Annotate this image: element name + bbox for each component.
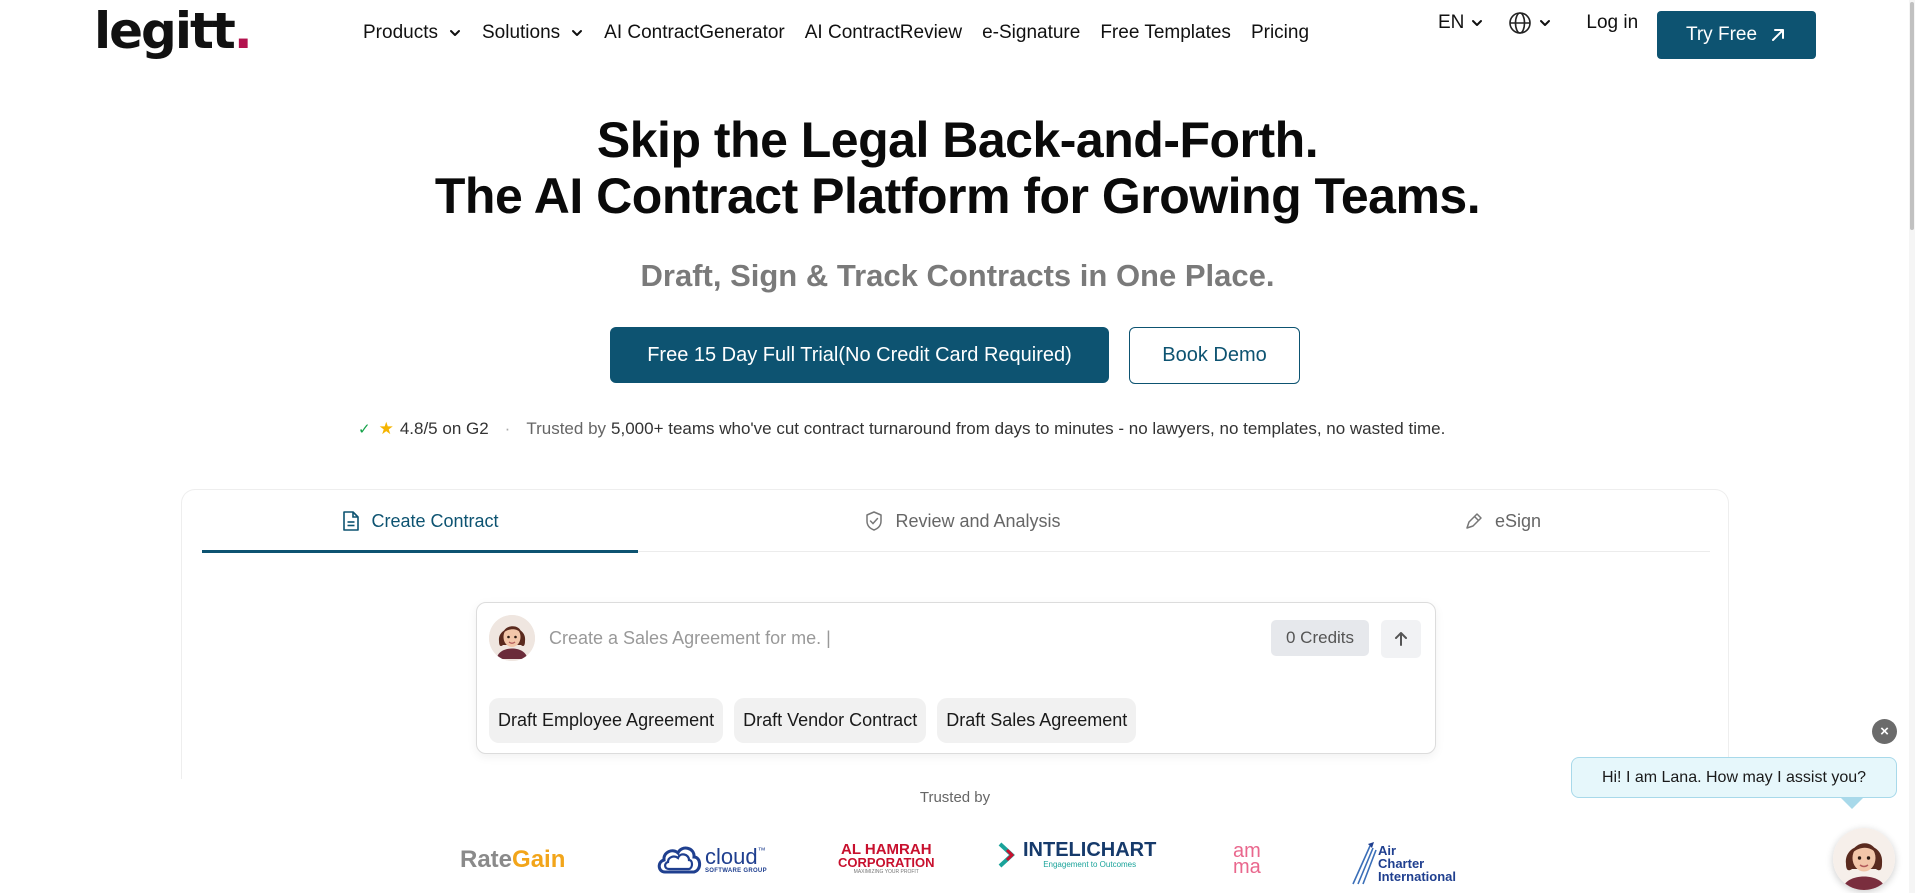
pen-icon: [1466, 513, 1482, 529]
send-button[interactable]: [1381, 620, 1421, 658]
nav-e-signature[interactable]: e-Signature: [982, 22, 1080, 44]
ai-prompt-box: 0 Credits Draft Employee Agreement Draft…: [476, 602, 1436, 754]
amma-text-2: ma: [1233, 856, 1261, 878]
tab-review-analysis-label: Review and Analysis: [895, 510, 1061, 531]
logo-dot: .: [233, 2, 253, 60]
chat-launcher-avatar[interactable]: [1833, 828, 1895, 890]
al-hamrah-text-3: MAXIMIZING YOUR PROFIT: [853, 869, 919, 875]
intelichart-text: INTELICHART: [1023, 839, 1157, 861]
star-icon: ★: [378, 419, 394, 438]
globe-icon: [1509, 12, 1532, 34]
logo-text: legitt: [94, 2, 236, 60]
nav-products[interactable]: Products: [363, 22, 462, 44]
chevron-down-icon: [572, 30, 583, 36]
suggestion-chips: Draft Employee Agreement Draft Vendor Co…: [489, 698, 1147, 743]
chat-greeting-bubble[interactable]: Hi! I am Lana. How may I assist you?: [1571, 757, 1897, 809]
amma-logo: am ma: [1233, 841, 1261, 878]
hero-title-line-2: The AI Contract Platform for Growing Tea…: [434, 168, 1481, 224]
header-actions: EN Log in: [1438, 11, 1638, 35]
rategain-logo: Rate Gain: [460, 846, 565, 874]
nav-ai-contract-review[interactable]: AI ContractReview: [805, 22, 962, 44]
nav-pricing[interactable]: Pricing: [1251, 22, 1309, 44]
cloud-text: cloud: [705, 844, 758, 869]
trusted-by-text: 5,000+ teams who've cut contract turnaro…: [611, 419, 1446, 438]
rategain-text-b: Gain: [512, 846, 566, 873]
nav-pricing-label: Pricing: [1250, 22, 1310, 43]
assistant-face-icon: [489, 615, 535, 661]
intelichart-chevron-icon: [998, 842, 1015, 867]
cloud-software-logo: cloud ™ SOFTWARE GROUP: [655, 840, 767, 880]
language-label: EN: [1438, 12, 1465, 33]
assistant-avatar: [489, 615, 535, 661]
language-selector[interactable]: EN: [1438, 12, 1484, 34]
chevron-down-icon: [1540, 20, 1551, 26]
assistant-face-icon: [1833, 828, 1895, 890]
nav-products-label: Products: [363, 22, 438, 43]
nav-ai-contract-review-label: AI ContractReview: [804, 22, 963, 43]
try-free-button[interactable]: Try Free: [1657, 11, 1816, 59]
cloud-icon: [657, 846, 702, 874]
air-charter-logo: Air Charter International: [1350, 840, 1456, 886]
try-free-label: Try Free: [1685, 24, 1758, 45]
login-link[interactable]: Log in: [1586, 12, 1638, 34]
cloud-tm: ™: [757, 846, 766, 855]
intelichart-subtext: Engagement to Outcomes: [1043, 860, 1137, 869]
arrow-up-icon: [1395, 632, 1407, 646]
chip-employee-agreement[interactable]: Draft Employee Agreement: [489, 698, 724, 743]
trust-bar: ✓ ★ 4.8/5 on G2 · Trusted by 5,000+ team…: [358, 419, 1445, 439]
nav-ai-contract-generator[interactable]: AI ContractGenerator: [604, 22, 785, 44]
nav-e-signature-label: e-Signature: [982, 22, 1081, 43]
book-demo-button[interactable]: Book Demo: [1129, 327, 1300, 384]
page-scrollbar-thumb[interactable]: [1910, 2, 1914, 230]
trust-separator: ·: [504, 419, 511, 438]
rategain-text-a: Rate: [460, 846, 513, 873]
chevron-down-icon: [1472, 20, 1483, 26]
al-hamrah-logo: AL HAMRAH CORPORATION MAXIMIZING YOUR PR…: [838, 842, 935, 875]
client-logos: Rate Gain cloud ™ SOFTWARE GROUP AL HAMRA…: [0, 838, 1915, 888]
check-icon: ✓: [358, 421, 371, 438]
main-nav: Products Solutions AI ContractGenerator …: [363, 22, 1329, 44]
intelichart-logo: INTELICHART Engagement to Outcomes: [998, 840, 1156, 869]
hero-title-line-1: Skip the Legal Back-and-Forth.: [596, 112, 1319, 168]
nav-ai-contract-generator-label: AI ContractGenerator: [604, 22, 785, 43]
tab-create-contract-label: Create Contract: [371, 510, 499, 531]
chevron-down-icon: [449, 30, 460, 36]
hero-title: Skip the Legal Back-and-Forth. The AI Co…: [0, 112, 1915, 224]
nav-solutions-label: Solutions: [481, 22, 561, 43]
nav-free-templates[interactable]: Free Templates: [1100, 22, 1231, 44]
site-header: legitt. Products Solutions AI ContractGe…: [0, 0, 1915, 70]
document-icon: [343, 511, 360, 531]
feature-card: Create Contract Review and Analysis eSig…: [181, 489, 1729, 779]
tab-esign-label: eSign: [1494, 510, 1542, 531]
tab-create-contract[interactable]: Create Contract: [202, 490, 638, 553]
feature-tabs: Create Contract Review and Analysis eSig…: [202, 490, 1710, 553]
credits-badge: 0 Credits: [1271, 620, 1370, 656]
cta-row: Free 15 Day Full Trial(No Credit Card Re…: [610, 327, 1300, 384]
intelichart-text-group: INTELICHART Engagement to Outcomes: [1023, 840, 1156, 869]
g2-rating: 4.8/5 on G2: [399, 419, 489, 438]
trusted-by-prefix: Trusted by: [526, 419, 607, 438]
arrow-up-right-icon: [1772, 29, 1785, 41]
free-trial-button[interactable]: Free 15 Day Full Trial(No Credit Card Re…: [610, 327, 1109, 383]
tab-review-analysis[interactable]: Review and Analysis: [812, 490, 1112, 552]
hero-subtitle: Draft, Sign & Track Contracts in One Pla…: [640, 258, 1275, 293]
cloud-logo-text: cloud ™ SOFTWARE GROUP: [705, 844, 767, 875]
legitt-logo[interactable]: legitt.: [94, 2, 253, 60]
air-charter-text-3: International: [1378, 868, 1457, 884]
air-charter-text-1: Air: [1378, 842, 1397, 858]
chat-close-button[interactable]: ×: [1872, 719, 1897, 744]
nav-solutions[interactable]: Solutions: [482, 22, 584, 44]
shield-check-icon: [866, 511, 883, 531]
air-charter-text-2: Charter: [1378, 855, 1425, 871]
cloud-subtext: SOFTWARE GROUP: [705, 868, 767, 874]
al-hamrah-text-2: CORPORATION: [838, 855, 935, 870]
region-selector[interactable]: [1508, 11, 1552, 35]
prompt-input[interactable]: [549, 623, 1109, 653]
air-charter-text-group: Air Charter International: [1378, 844, 1456, 883]
nav-free-templates-label: Free Templates: [1100, 22, 1231, 43]
chip-sales-agreement[interactable]: Draft Sales Agreement: [937, 698, 1137, 743]
chip-vendor-contract[interactable]: Draft Vendor Contract: [734, 698, 927, 743]
airplane-icon: [1352, 842, 1377, 885]
tab-esign[interactable]: eSign: [1402, 490, 1602, 552]
